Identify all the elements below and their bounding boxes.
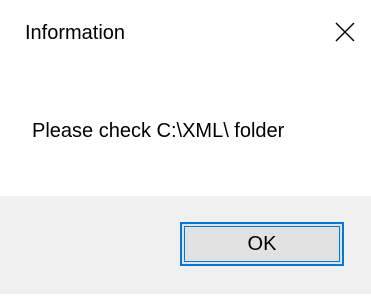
ok-button[interactable]: OK bbox=[180, 222, 344, 266]
information-dialog: Information Please check C:\XML\ folder … bbox=[0, 0, 371, 300]
dialog-bottom-edge bbox=[0, 294, 371, 300]
dialog-title: Information bbox=[25, 22, 126, 44]
ok-button-label: OK bbox=[247, 232, 277, 255]
dialog-message: Please check C:\XML\ folder bbox=[32, 120, 285, 142]
close-button[interactable] bbox=[328, 14, 362, 50]
title-bar: Information bbox=[0, 0, 371, 68]
button-footer: OK bbox=[0, 196, 371, 294]
close-icon bbox=[335, 22, 355, 42]
